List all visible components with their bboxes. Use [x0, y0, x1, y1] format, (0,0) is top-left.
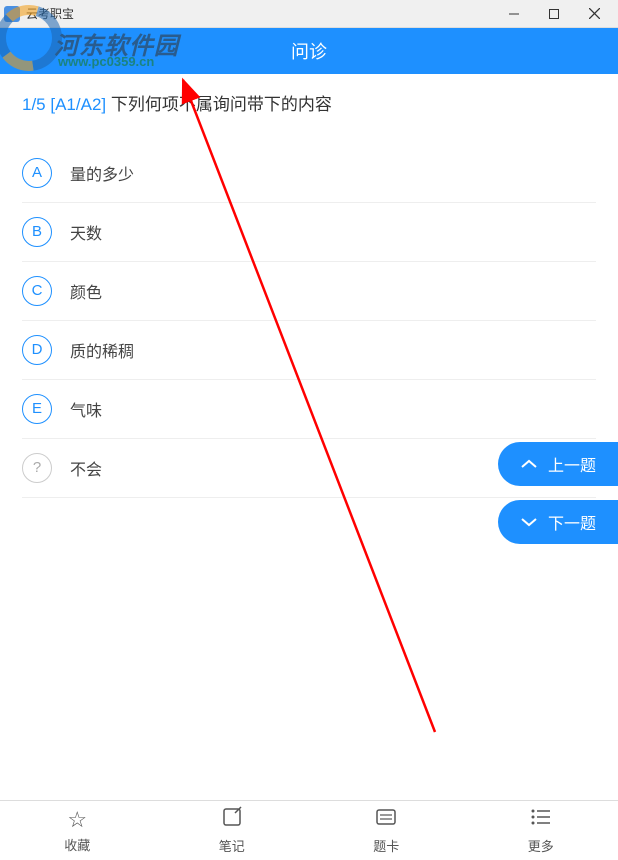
note-icon [221, 806, 243, 834]
option-letter: D [22, 335, 52, 365]
chevron-down-icon [520, 517, 538, 527]
question-text: 下列何项不属询问带下的内容 [111, 95, 332, 114]
tab-label: 更多 [528, 836, 554, 855]
option-text: 不会 [70, 456, 102, 480]
option-a[interactable]: A 量的多少 [22, 144, 596, 203]
tab-notes[interactable]: 笔记 [155, 801, 310, 860]
content-area: 1/5 [A1/A2] 下列何项不属询问带下的内容 A 量的多少 B 天数 C … [0, 74, 618, 498]
page-header: 问诊 [0, 28, 618, 74]
titlebar-title: 云考职宝 [26, 5, 494, 22]
card-icon [375, 806, 397, 834]
chevron-up-icon [520, 459, 538, 469]
option-b[interactable]: B 天数 [22, 203, 596, 262]
option-text: 量的多少 [70, 161, 134, 185]
question-row: 1/5 [A1/A2] 下列何项不属询问带下的内容 [22, 92, 596, 118]
question-type: [A1/A2] [50, 95, 106, 114]
option-letter: C [22, 276, 52, 306]
option-text: 质的稀稠 [70, 338, 134, 362]
more-icon [530, 806, 552, 834]
titlebar: 云考职宝 [0, 0, 618, 28]
option-c[interactable]: C 颜色 [22, 262, 596, 321]
prev-label: 上一题 [548, 452, 596, 476]
option-text: 天数 [70, 220, 102, 244]
next-label: 下一题 [548, 510, 596, 534]
nav-buttons: 上一题 下一题 [498, 442, 618, 558]
option-letter: E [22, 394, 52, 424]
app-icon [4, 6, 20, 22]
question-number: 1/5 [22, 95, 46, 114]
close-button[interactable] [574, 1, 614, 27]
option-letter: ? [22, 453, 52, 483]
tab-label: 笔记 [219, 836, 245, 855]
header-title: 问诊 [291, 38, 327, 64]
option-letter: A [22, 158, 52, 188]
tab-label: 收藏 [64, 835, 90, 854]
window-controls [494, 1, 614, 27]
star-icon: ☆ [67, 807, 87, 833]
option-text: 气味 [70, 397, 102, 421]
option-letter: B [22, 217, 52, 247]
option-text: 颜色 [70, 279, 102, 303]
minimize-button[interactable] [494, 1, 534, 27]
option-e[interactable]: E 气味 [22, 380, 596, 439]
tab-label: 题卡 [373, 836, 399, 855]
tab-more[interactable]: 更多 [464, 801, 618, 860]
maximize-button[interactable] [534, 1, 574, 27]
bottom-tabbar: ☆ 收藏 笔记 题卡 更多 [0, 800, 618, 860]
next-question-button[interactable]: 下一题 [498, 500, 618, 544]
tab-card[interactable]: 题卡 [309, 801, 464, 860]
tab-favorite[interactable]: ☆ 收藏 [0, 801, 155, 860]
option-d[interactable]: D 质的稀稠 [22, 321, 596, 380]
prev-question-button[interactable]: 上一题 [498, 442, 618, 486]
